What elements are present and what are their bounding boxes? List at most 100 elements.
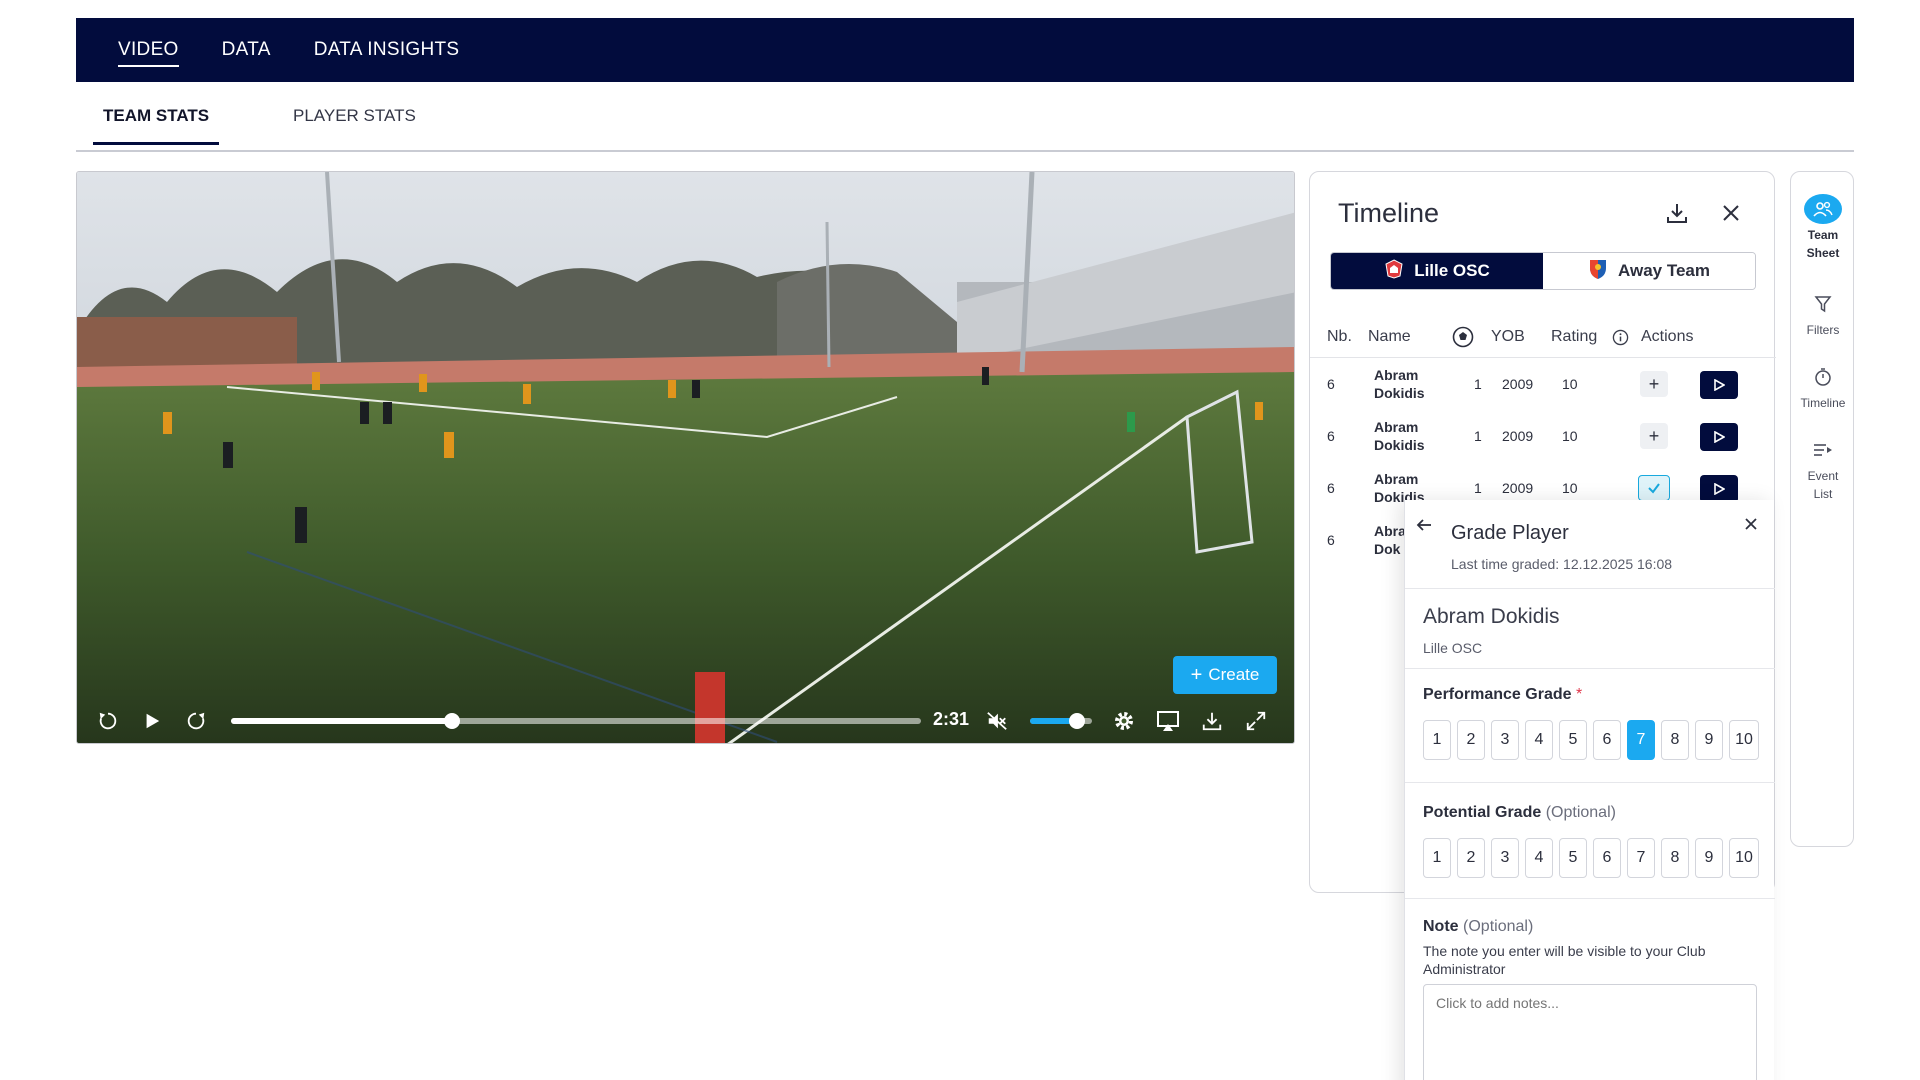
potential-grade-1[interactable]: 1	[1423, 838, 1451, 878]
rail-filters-label: Filters	[1806, 323, 1840, 337]
volume-muted-icon[interactable]	[982, 706, 1012, 736]
player-name: Abram Dokidis	[1423, 605, 1560, 628]
performance-grade-6[interactable]: 6	[1593, 720, 1621, 760]
club-crest-icon	[1384, 258, 1404, 284]
add-grade-button[interactable]: +	[1640, 423, 1668, 449]
rail-team-sheet-line2: Sheet	[1806, 246, 1840, 260]
play-clip-button[interactable]	[1700, 371, 1738, 399]
note-field[interactable]	[1423, 984, 1757, 1080]
nav-video[interactable]: VIDEO	[118, 33, 179, 67]
potential-grade-5[interactable]: 5	[1559, 838, 1587, 878]
grade-player-panel: Grade Player Last time graded: 12.12.202…	[1404, 500, 1775, 1080]
play-clip-button[interactable]	[1700, 423, 1738, 451]
table-row[interactable]: 6 Abram Dokidis 1 2009 10 +	[1310, 358, 1776, 410]
row-goals: 1	[1474, 480, 1482, 496]
info-icon[interactable]	[1612, 329, 1629, 351]
divider	[1405, 668, 1775, 669]
rail-event-list[interactable]: Event List	[1791, 435, 1855, 503]
airplay-icon[interactable]	[1153, 706, 1183, 736]
nav-data-insights[interactable]: DATA INSIGHTS	[314, 33, 460, 67]
download-icon[interactable]	[1197, 706, 1227, 736]
row-rating: 10	[1562, 428, 1578, 444]
graded-check-button[interactable]	[1638, 475, 1670, 501]
potential-grade-2[interactable]: 2	[1457, 838, 1485, 878]
performance-grade-7[interactable]: 7	[1627, 720, 1655, 760]
tab-player-stats[interactable]: PLAYER STATS	[283, 106, 426, 142]
add-grade-button[interactable]: +	[1640, 371, 1668, 397]
row-nb: 6	[1327, 428, 1335, 444]
performance-grade-3[interactable]: 3	[1491, 720, 1519, 760]
play-icon[interactable]	[137, 706, 167, 736]
row-rating: 10	[1562, 480, 1578, 496]
col-rating: Rating	[1551, 328, 1598, 345]
create-button[interactable]: + Create	[1173, 656, 1277, 694]
fast-forward-icon[interactable]	[181, 706, 211, 736]
performance-grade-1[interactable]: 1	[1423, 720, 1451, 760]
seek-bar-handle[interactable]	[443, 713, 460, 729]
fullscreen-icon[interactable]	[1241, 706, 1271, 736]
stopwatch-icon	[1805, 362, 1841, 392]
video-time: 2:31	[933, 709, 970, 729]
row-name: Abram Dokidis	[1374, 367, 1425, 401]
row-rating: 10	[1562, 376, 1578, 392]
tab-team-stats[interactable]: TEAM STATS	[93, 106, 220, 145]
event-list-icon	[1805, 435, 1841, 465]
potential-grade-8[interactable]: 8	[1661, 838, 1689, 878]
team-away-label: Away Team	[1618, 261, 1710, 280]
row-yob: 2009	[1502, 428, 1534, 444]
rewind-icon[interactable]	[93, 706, 123, 736]
divider	[1405, 898, 1775, 899]
potential-grade-7[interactable]: 7	[1627, 838, 1655, 878]
nav-data[interactable]: DATA	[222, 33, 271, 67]
row-nb: 6	[1327, 480, 1335, 496]
row-name: Abram Dokidis	[1374, 419, 1425, 453]
play-clip-button[interactable]	[1700, 475, 1738, 503]
rail-team-sheet[interactable]: Team Sheet	[1791, 194, 1855, 262]
filter-icon	[1805, 289, 1841, 319]
video-frame	[77, 172, 1294, 743]
volume-slider[interactable]	[1030, 713, 1092, 729]
close-icon[interactable]	[1716, 198, 1746, 228]
rail-timeline-label: Timeline	[1800, 396, 1846, 410]
row-nb: 6	[1327, 376, 1335, 392]
team-away-button[interactable]: Away Team	[1543, 253, 1755, 289]
performance-grade-9[interactable]: 9	[1695, 720, 1723, 760]
team-home-label: Lille OSC	[1414, 261, 1490, 280]
col-actions: Actions	[1641, 328, 1694, 345]
player-team: Lille OSC	[1423, 640, 1483, 656]
team-home-button[interactable]: Lille OSC	[1331, 253, 1543, 289]
divider	[1405, 588, 1775, 589]
potential-grade-9[interactable]: 9	[1695, 838, 1723, 878]
rail-team-sheet-line1: Team	[1807, 228, 1839, 242]
back-arrow-icon[interactable]	[1415, 516, 1433, 539]
potential-grade-10[interactable]: 10	[1729, 838, 1759, 878]
sub-tabs: TEAM STATS PLAYER STATS	[76, 100, 1854, 152]
close-icon[interactable]	[1743, 516, 1759, 537]
row-goals: 1	[1474, 376, 1482, 392]
row-yob: 2009	[1502, 480, 1534, 496]
performance-grade-2[interactable]: 2	[1457, 720, 1485, 760]
timeline-title: Timeline	[1338, 198, 1440, 228]
potential-grade-6[interactable]: 6	[1593, 838, 1621, 878]
away-crest-icon	[1588, 258, 1608, 285]
performance-grade-5[interactable]: 5	[1559, 720, 1587, 760]
potential-grade-3[interactable]: 3	[1491, 838, 1519, 878]
gear-icon[interactable]	[1109, 706, 1139, 736]
download-icon[interactable]	[1662, 198, 1692, 228]
potential-grade-4[interactable]: 4	[1525, 838, 1553, 878]
volume-handle[interactable]	[1068, 713, 1085, 729]
video-player[interactable]: + Create 2:31	[76, 171, 1295, 744]
potential-grade-label: Potential Grade (Optional)	[1423, 804, 1616, 821]
rail-event-list-line1: Event	[1807, 469, 1839, 483]
performance-grade-8[interactable]: 8	[1661, 720, 1689, 760]
rail-event-list-line2: List	[1813, 487, 1833, 501]
col-yob: YOB	[1491, 328, 1525, 345]
col-nb: Nb.	[1327, 328, 1352, 345]
performance-grade-10[interactable]: 10	[1729, 720, 1759, 760]
rail-timeline[interactable]: Timeline	[1791, 362, 1855, 412]
rail-filters[interactable]: Filters	[1791, 289, 1855, 339]
seek-bar[interactable]	[231, 713, 921, 729]
plus-icon: +	[1190, 664, 1203, 686]
table-row[interactable]: 6 Abram Dokidis 1 2009 10 +	[1310, 410, 1776, 462]
performance-grade-4[interactable]: 4	[1525, 720, 1553, 760]
